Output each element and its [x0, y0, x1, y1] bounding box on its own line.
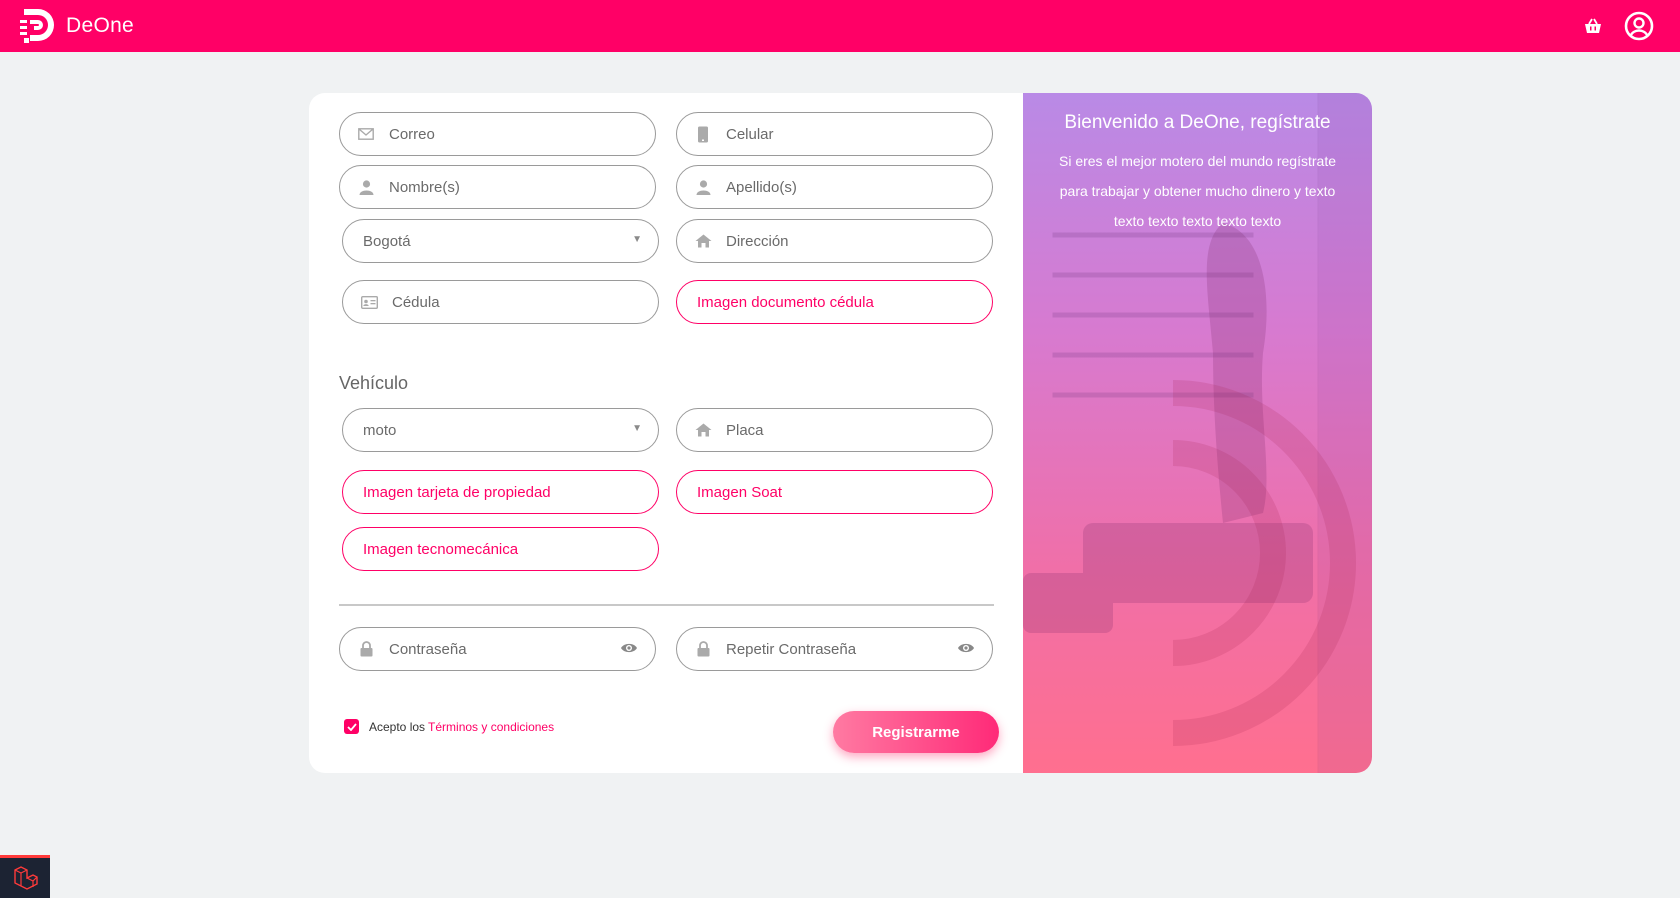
vehicle-section-title: Vehículo	[339, 373, 409, 393]
name-field[interactable]: Nombre(s)	[339, 165, 656, 209]
password-placeholder: Contraseña	[389, 640, 467, 658]
soat-image-label: Imagen Soat	[697, 483, 783, 501]
plate-placeholder: Placa	[726, 421, 764, 439]
chevron-down-icon: ▼	[632, 423, 642, 434]
lastname-placeholder: Apellido(s)	[726, 178, 797, 196]
mobile-phone-icon	[694, 125, 712, 143]
plate-field[interactable]: Placa	[676, 408, 993, 452]
register-form: Correo Celular Nombre(s) Apellido(s) Bog…	[309, 93, 1023, 773]
deone-logo-icon	[20, 9, 54, 43]
id-card-icon	[360, 293, 378, 311]
brand-logo-link[interactable]: DeOne	[18, 5, 134, 47]
id-image-upload[interactable]: Imagen documento cédula	[676, 280, 993, 324]
tech-inspection-image-upload[interactable]: Imagen tecnomecánica	[342, 527, 659, 571]
terms-prefix: Acepto los	[369, 719, 426, 734]
vehicle-type-selected-value: moto	[363, 421, 397, 439]
envelope-icon	[357, 125, 375, 143]
repeat-password-placeholder: Repetir Contraseña	[726, 640, 857, 658]
welcome-panel: Bienvenido a DeOne, regístrate Si eres e…	[1023, 93, 1372, 773]
welcome-text: Si eres el mejor motero del mundo regíst…	[1058, 153, 1336, 229]
property-card-image-label: Imagen tarjeta de propiedad	[363, 483, 551, 501]
register-button[interactable]: Registrarme	[833, 711, 999, 753]
vehicle-type-select[interactable]: moto ▼	[342, 408, 659, 452]
id-number-field[interactable]: Cédula	[342, 280, 659, 324]
basket-icon[interactable]	[1584, 18, 1602, 34]
email-placeholder: Correo	[389, 125, 435, 143]
phone-field[interactable]: Celular	[676, 112, 993, 156]
tech-inspection-image-label: Imagen tecnomecánica	[363, 540, 519, 558]
phone-placeholder: Celular	[726, 125, 774, 143]
name-placeholder: Nombre(s)	[389, 178, 460, 196]
chevron-down-icon: ▼	[632, 234, 642, 245]
user-icon	[694, 178, 712, 196]
address-field[interactable]: Dirección	[676, 219, 993, 263]
email-field[interactable]: Correo	[339, 112, 656, 156]
lock-icon	[694, 640, 712, 658]
eye-icon[interactable]	[957, 641, 975, 659]
home-icon	[694, 232, 712, 250]
welcome-title: Bienvenido a DeOne, regístrate	[1064, 112, 1331, 133]
terms-checkbox[interactable]	[344, 719, 359, 734]
lock-icon	[357, 640, 375, 658]
id-image-label: Imagen documento cédula	[697, 293, 874, 311]
brand-name: DeOne	[66, 14, 135, 37]
laravel-debugbar-icon[interactable]	[0, 855, 50, 898]
user-icon	[357, 178, 375, 196]
home-icon	[694, 421, 712, 439]
city-select[interactable]: Bogotá ▼	[342, 219, 659, 263]
terms-row: Acepto los Términos y condiciones	[344, 719, 554, 734]
property-card-image-upload[interactable]: Imagen tarjeta de propiedad	[342, 470, 659, 514]
terms-link[interactable]: Términos y condiciones	[428, 720, 554, 734]
password-field[interactable]: Contraseña	[339, 627, 656, 671]
form-divider	[339, 604, 994, 606]
id-number-placeholder: Cédula	[392, 293, 440, 311]
soat-image-upload[interactable]: Imagen Soat	[676, 470, 993, 514]
lastname-field[interactable]: Apellido(s)	[676, 165, 993, 209]
eye-icon[interactable]	[620, 641, 638, 659]
user-circle-icon[interactable]	[1624, 11, 1654, 41]
address-placeholder: Dirección	[726, 232, 789, 250]
repeat-password-field[interactable]: Repetir Contraseña	[676, 627, 993, 671]
city-selected-value: Bogotá	[363, 232, 411, 250]
top-navbar: DeOne	[0, 0, 1680, 52]
register-card: Correo Celular Nombre(s) Apellido(s) Bog…	[309, 93, 1372, 773]
